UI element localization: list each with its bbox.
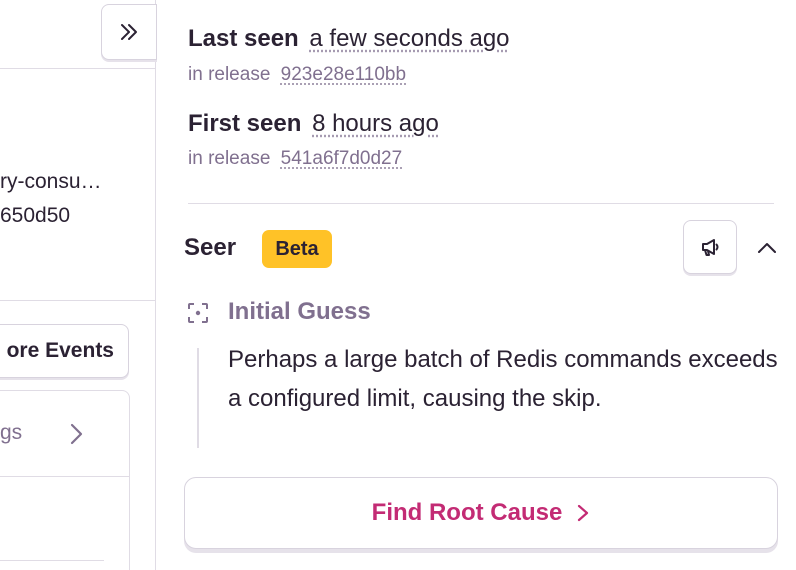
initial-guess-title: Initial Guess [228, 298, 371, 325]
divider [0, 300, 155, 301]
seer-title: Seer [184, 234, 237, 261]
beta-badge: Beta [262, 230, 332, 268]
tags-panel [0, 390, 130, 570]
chevron-double-right-icon [121, 24, 137, 40]
find-root-cause-label: Find Root Cause [371, 499, 563, 526]
first-seen-release-link[interactable]: 541a6f7d0d27 [281, 148, 403, 169]
truncated-id: 650d50 [0, 204, 71, 227]
first-seen-heading: First seen 8 hours ago [188, 110, 439, 138]
chevron-right-icon[interactable] [66, 421, 88, 447]
last-seen-release: in release 923e28e110bb [188, 64, 406, 86]
find-root-cause-button[interactable]: Find Root Cause [184, 477, 778, 549]
divider [0, 476, 130, 477]
truncated-text: ry-consu… [0, 170, 102, 193]
first-seen-label: First seen [188, 110, 302, 137]
tags-panel-label[interactable]: gs [0, 421, 22, 445]
last-seen-time[interactable]: a few seconds ago [309, 25, 509, 52]
chevron-up-icon[interactable] [755, 236, 779, 260]
divider [0, 68, 155, 69]
feedback-button[interactable] [683, 220, 737, 274]
collapse-sidebar-button[interactable] [101, 4, 157, 60]
first-seen-time[interactable]: 8 hours ago [312, 110, 439, 137]
more-events-label: ore Events [6, 339, 114, 362]
initial-guess-text: Perhaps a large batch of Redis commands … [228, 346, 778, 412]
chevron-right-icon [578, 504, 589, 522]
divider [188, 203, 774, 204]
megaphone-icon [702, 239, 719, 256]
last-seen-heading: Last seen a few seconds ago [188, 25, 510, 53]
first-seen-release: in release 541a6f7d0d27 [188, 148, 402, 170]
quote-bar [197, 348, 199, 448]
release-prefix: in release [188, 64, 271, 85]
divider [0, 560, 104, 561]
issue-sidebar: Last seen a few seconds ago in release 9… [157, 0, 796, 570]
last-seen-label: Last seen [188, 25, 299, 52]
more-events-button[interactable]: ore Events [0, 324, 129, 378]
release-prefix: in release [188, 148, 271, 169]
last-seen-release-link[interactable]: 923e28e110bb [281, 64, 406, 85]
focus-icon [188, 303, 208, 323]
main-content-pane: ry-consu… 650d50 ore Events gs [0, 0, 156, 570]
